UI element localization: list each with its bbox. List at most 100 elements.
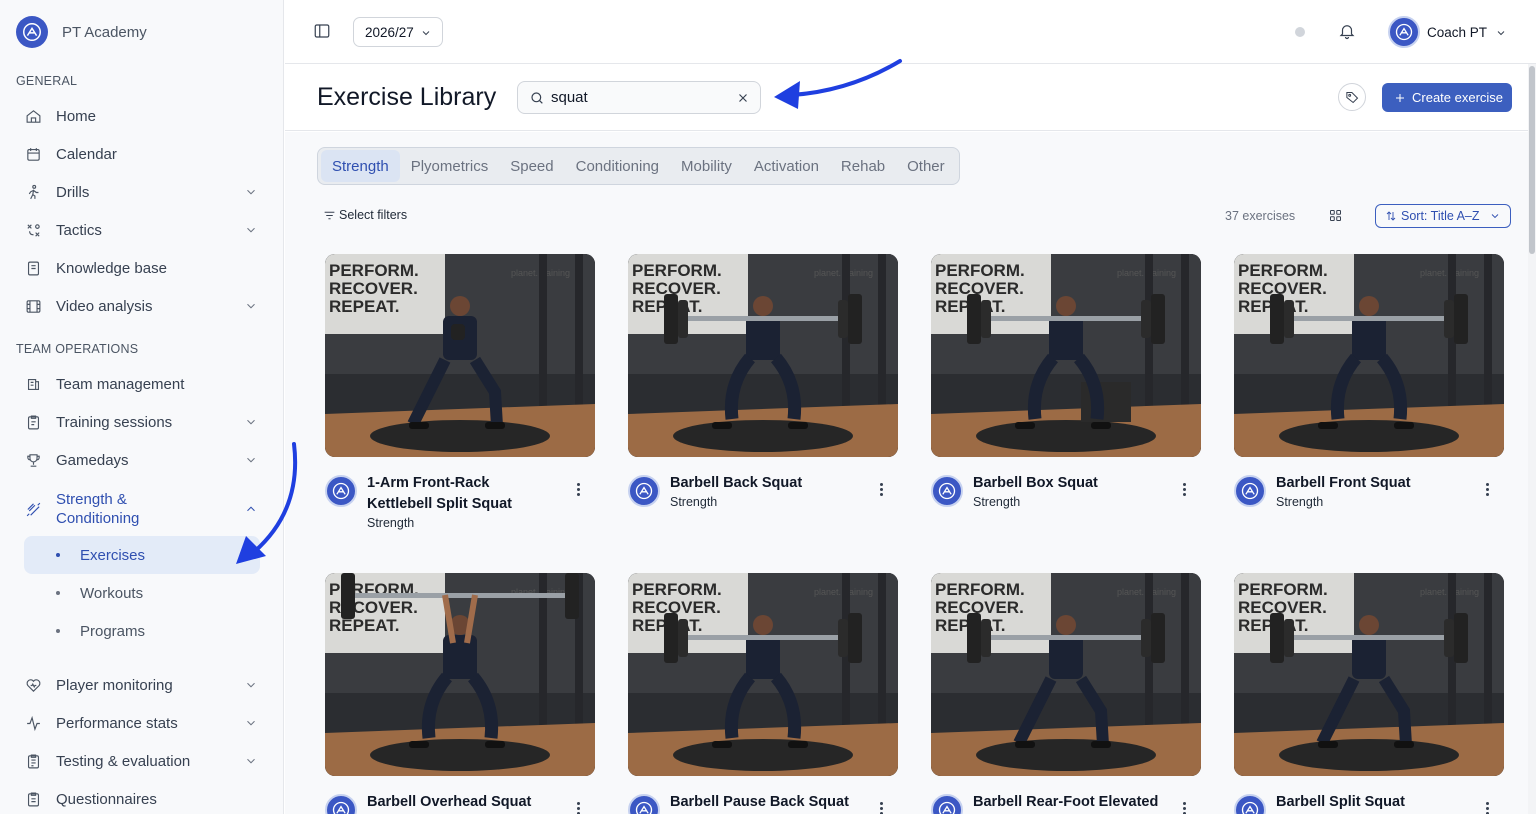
sidebar-item-home[interactable]: Home (24, 100, 260, 132)
sidebar-subitem-exercises[interactable]: Exercises (24, 536, 260, 574)
exercise-title[interactable]: Barbell Rear-Foot Elevated (973, 792, 1163, 813)
chevron-down-icon[interactable] (244, 185, 258, 199)
exercise-image[interactable]: PERFORM.RECOVER.REPEAT.planet. training (1234, 254, 1504, 457)
sidebar-item-tactics[interactable]: Tactics (24, 214, 260, 246)
chevron-down-icon[interactable] (244, 716, 258, 730)
exercise-image[interactable]: PERFORM.RECOVER.REPEAT.planet. training (1234, 573, 1504, 776)
sidebar-item-drills[interactable]: Drills (24, 176, 260, 208)
exercise-category: Strength (670, 495, 718, 509)
sidebar-item-knowledge-base[interactable]: Knowledge base (24, 252, 260, 284)
user-menu[interactable]: Coach PT (1388, 16, 1507, 48)
scrollbar-thumb[interactable] (1529, 66, 1535, 254)
exercise-thumbnail: PERFORM.RECOVER.REPEAT.planet. training (1234, 254, 1504, 457)
exercise-title[interactable]: Barbell Split Squat (1276, 792, 1466, 813)
brand[interactable]: PT Academy (16, 16, 147, 48)
chevron-down-icon[interactable] (244, 223, 258, 237)
exercise-image[interactable]: PERFORM.RECOVER.REPEAT.planet. training (325, 254, 595, 457)
page-title: Exercise Library (317, 83, 497, 111)
section-team-operations-label: TEAM OPERATIONS (16, 342, 139, 356)
search-input[interactable] (551, 89, 721, 106)
wall-text-2: RECOVER. (329, 279, 418, 298)
chevron-down-icon[interactable] (244, 754, 258, 768)
sidebar-item-testing-evaluation[interactable]: Testing & evaluation (24, 745, 260, 777)
chevron-down-icon (422, 31, 430, 36)
more-options-icon[interactable] (1181, 802, 1187, 814)
exercise-image[interactable]: PERFORM.RECOVER.REPEAT.planet. training (628, 573, 898, 776)
select-filters-button[interactable]: Select filters (323, 208, 407, 222)
sidebar-item-video-analysis[interactable]: Video analysis (24, 290, 260, 322)
exercise-thumbnail: PERFORM.RECOVER.REPEAT.planet. training (628, 573, 898, 776)
wall-text-3: REPEAT. (329, 297, 400, 316)
more-options-icon[interactable] (575, 802, 581, 814)
more-options-icon[interactable] (1484, 802, 1490, 814)
season-select[interactable]: 2026/27 (353, 17, 443, 47)
bullet-icon (56, 553, 60, 557)
season-value: 2026/27 (365, 24, 414, 40)
exercise-card[interactable]: PERFORM.RECOVER.REPEAT.planet. training B… (1234, 254, 1504, 533)
film-icon (24, 297, 42, 315)
exercise-image[interactable]: PERFORM.RECOVER.REPEAT.planet. training (931, 573, 1201, 776)
sidebar-item-training-sessions[interactable]: Training sessions (24, 406, 260, 438)
exercise-card[interactable]: PERFORM.RECOVER.REPEAT.planet. training B… (931, 254, 1201, 533)
create-exercise-button[interactable]: Create exercise (1382, 83, 1512, 112)
chevron-down-icon[interactable] (244, 678, 258, 692)
sidebar-item-label: Tactics (56, 221, 102, 239)
exercise-card[interactable]: PERFORM. RECOVER. REPEAT. planet. training 1… (325, 254, 595, 533)
clear-search-icon[interactable] (736, 91, 750, 105)
tags-button[interactable] (1338, 83, 1366, 111)
exercise-card[interactable]: PERFORM.RECOVER.REPEAT.planet. training B… (628, 254, 898, 533)
chevron-down-icon[interactable] (244, 299, 258, 313)
exercise-card[interactable]: PERFORM.RECOVER.REPEAT.planet. training B… (628, 573, 898, 814)
sidebar-item-performance-stats[interactable]: Performance stats (24, 707, 260, 739)
exercise-card[interactable]: PERFORM.RECOVER.REPEAT.planet. training B… (1234, 573, 1504, 814)
exercise-title[interactable]: Barbell Pause Back Squat (670, 792, 860, 813)
more-options-icon[interactable] (878, 802, 884, 814)
tactics-icon (24, 221, 42, 239)
more-options-icon[interactable] (575, 483, 581, 499)
tab-plyometrics[interactable]: Plyometrics (400, 150, 500, 182)
tab-conditioning[interactable]: Conditioning (565, 150, 670, 182)
grid-view-icon[interactable] (1328, 208, 1344, 224)
exercise-card-info: Barbell Box Squat Strength (931, 473, 1201, 533)
sidebar-item-calendar[interactable]: Calendar (24, 138, 260, 170)
more-options-icon[interactable] (1484, 483, 1490, 499)
more-options-icon[interactable] (878, 483, 884, 499)
sidebar-item-team-management[interactable]: Team management (24, 368, 260, 400)
tab-mobility[interactable]: Mobility (670, 150, 743, 182)
wall-text-3: REPEAT. (329, 616, 400, 635)
scrollbar[interactable] (1528, 64, 1536, 814)
exercise-image[interactable]: PERFORM.RECOVER.REPEAT.planet. training (628, 254, 898, 457)
search-box[interactable] (517, 81, 761, 114)
sidebar-subitem-workouts[interactable]: Workouts (24, 574, 260, 612)
exercise-title[interactable]: Barbell Overhead Squat (367, 792, 557, 813)
exercise-thumbnail: PERFORM.RECOVER.REPEAT.planet. training (325, 254, 595, 457)
sidebar-item-player-monitoring[interactable]: Player monitoring (24, 669, 260, 701)
sidebar-item-gamedays[interactable]: Gamedays (24, 444, 260, 476)
exercise-title[interactable]: Barbell Back Squat (670, 473, 860, 494)
exercise-title[interactable]: Barbell Front Squat (1276, 473, 1466, 494)
sidebar-subitem-programs[interactable]: Programs (24, 612, 260, 650)
more-options-icon[interactable] (1181, 483, 1187, 499)
chevron-down-icon[interactable] (244, 415, 258, 429)
exercise-title[interactable]: Barbell Box Squat (973, 473, 1163, 494)
tab-strength[interactable]: Strength (321, 150, 400, 182)
home-icon (24, 107, 42, 125)
tab-rehab[interactable]: Rehab (830, 150, 896, 182)
exercise-card[interactable]: PERFORM.RECOVER.REPEAT.planet. training B… (325, 573, 595, 814)
sidebar-item-questionnaires[interactable]: Questionnaires (24, 783, 260, 814)
sidebar-item-strength-conditioning[interactable]: Strength & Conditioning (24, 487, 260, 531)
exercise-card[interactable]: PERFORM.RECOVER.REPEAT.planet. training B… (931, 573, 1201, 814)
exercise-image[interactable]: PERFORM.RECOVER.REPEAT.planet. training (931, 254, 1201, 457)
exercise-title[interactable]: 1-Arm Front-Rack Kettlebell Split Squat (367, 473, 557, 515)
tab-other[interactable]: Other (896, 150, 956, 182)
sidebar-toggle-icon[interactable] (313, 22, 333, 42)
chevron-down-icon (1489, 210, 1501, 225)
select-filters-label: Select filters (339, 208, 408, 222)
tab-speed[interactable]: Speed (499, 150, 564, 182)
notifications-bell-icon[interactable] (1338, 22, 1358, 42)
sort-dropdown[interactable]: Sort: Title A–Z (1375, 204, 1511, 228)
tab-activation[interactable]: Activation (743, 150, 830, 182)
exercise-image[interactable]: PERFORM.RECOVER.REPEAT.planet. training (325, 573, 595, 776)
creator-avatar (325, 475, 357, 507)
sidebar-item-label: Home (56, 107, 97, 125)
